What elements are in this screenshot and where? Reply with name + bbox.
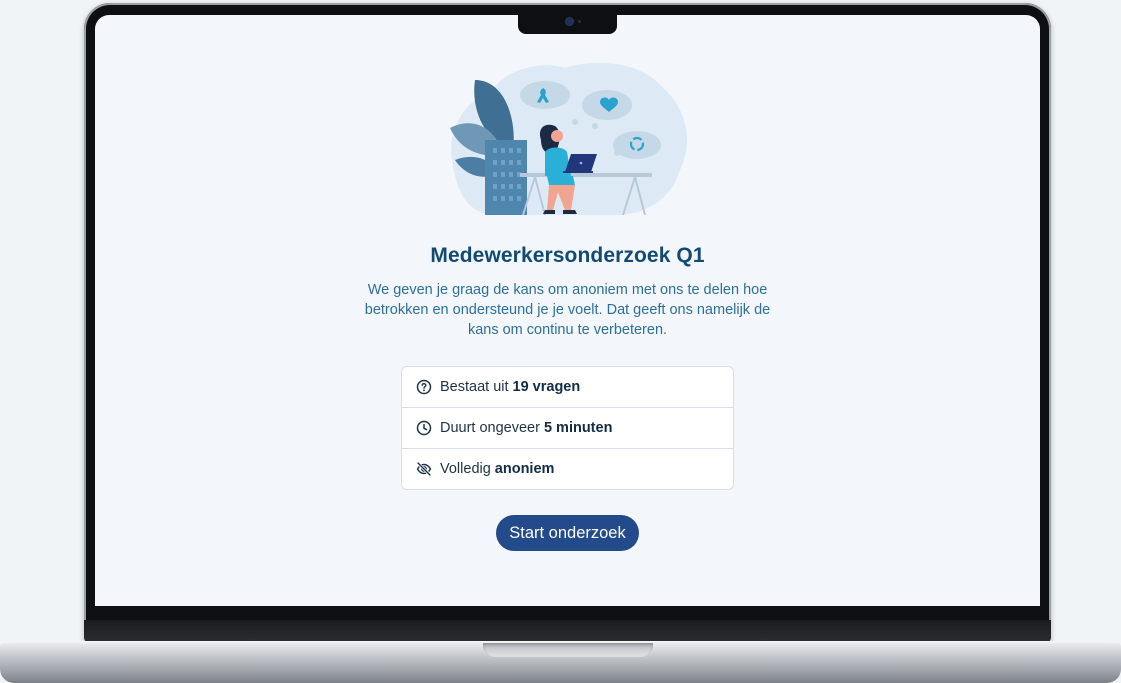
survey-description: We geven je graag de kans om anoniem met… xyxy=(364,282,771,338)
info-emphasis: 19 vragen xyxy=(512,379,581,395)
start-survey-button[interactable]: Start onderzoek xyxy=(496,515,639,551)
survey-info-card: Bestaat uit 19 vragen Duurt ongeveer 5 m… xyxy=(401,366,734,490)
question-circle-icon xyxy=(416,379,432,395)
laptop-base-groove xyxy=(483,643,653,657)
info-row-anonymous: Volledig anoniem xyxy=(402,449,733,489)
camera-icon xyxy=(566,18,573,25)
survey-illustration xyxy=(450,62,688,216)
clock-icon xyxy=(416,420,432,436)
info-text: Duurt ongeveer xyxy=(440,420,540,436)
eye-off-icon xyxy=(416,461,432,477)
laptop-lid-rim xyxy=(84,620,1051,643)
info-row-questions: Bestaat uit 19 vragen xyxy=(402,367,733,408)
camera-indicator xyxy=(578,20,581,23)
info-emphasis: anoniem xyxy=(494,461,555,477)
page-title: Medewerkersonderzoek Q1 xyxy=(430,244,705,267)
info-emphasis: 5 minuten xyxy=(543,420,613,436)
info-row-duration: Duurt ongeveer 5 minuten xyxy=(402,408,733,449)
info-text: Volledig xyxy=(440,461,491,477)
info-text: Bestaat uit xyxy=(440,379,509,395)
